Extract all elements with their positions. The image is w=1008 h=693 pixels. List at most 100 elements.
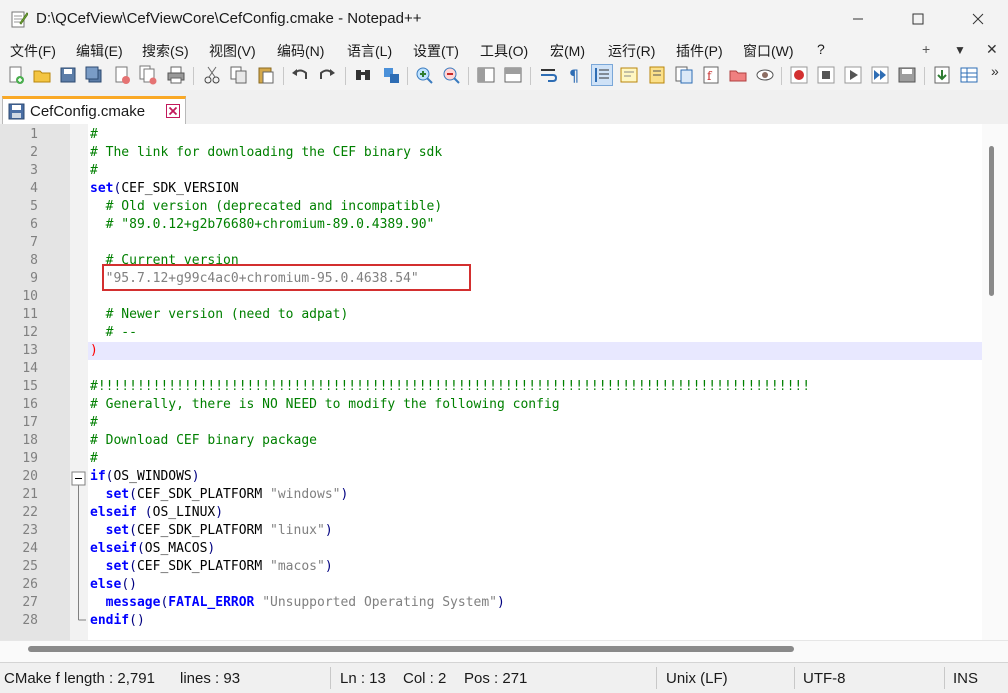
editor-area[interactable]: 1 #2 # The link for downloading the CEF bi… bbox=[0, 124, 1008, 640]
menu-macro[interactable]: 宏(M) bbox=[550, 41, 585, 61]
code-token: set bbox=[90, 181, 114, 196]
code-token: # bbox=[90, 127, 98, 142]
macro-save-icon[interactable] bbox=[897, 65, 917, 85]
folder-workspace-icon[interactable] bbox=[728, 65, 748, 85]
code-line[interactable]: 16 # Generally, there is NO NEED to modif… bbox=[0, 396, 982, 414]
menu-view[interactable]: 视图(V) bbox=[209, 41, 256, 61]
tab-close-icon[interactable] bbox=[166, 104, 180, 118]
svg-text:¶: ¶ bbox=[569, 66, 579, 85]
redo-icon[interactable] bbox=[317, 65, 337, 85]
line-number: 26 bbox=[22, 577, 38, 592]
menu-dropdown[interactable]: ▼ bbox=[954, 43, 966, 57]
horizontal-scrollbar-thumb[interactable] bbox=[28, 646, 794, 652]
code-token: # bbox=[90, 451, 98, 466]
minimize-button[interactable] bbox=[828, 0, 888, 38]
menu-plus[interactable]: + bbox=[922, 41, 930, 57]
toolbar-overflow[interactable]: » bbox=[991, 63, 999, 79]
code-line[interactable]: 3 # bbox=[0, 162, 982, 180]
code-line[interactable]: 26 else() bbox=[0, 576, 982, 594]
code-line[interactable]: 1 # bbox=[0, 126, 982, 144]
code-line[interactable]: 24 elseif(OS_MACOS) bbox=[0, 540, 982, 558]
code-line[interactable]: 21 set(CEF_SDK_PLATFORM "windows") bbox=[0, 486, 982, 504]
code-line[interactable]: 20 if(OS_WINDOWS) bbox=[0, 468, 982, 486]
macro-record-icon[interactable] bbox=[789, 65, 809, 85]
panel-grid-icon[interactable] bbox=[959, 65, 979, 85]
code-line[interactable]: 28 endif() bbox=[0, 612, 982, 630]
code-line[interactable]: 7 bbox=[0, 234, 982, 252]
code-line[interactable]: 5 # Old version (deprecated and incompat… bbox=[0, 198, 982, 216]
code-line[interactable]: 11 # Newer version (need to adpat) bbox=[0, 306, 982, 324]
doc-list-icon[interactable] bbox=[674, 65, 694, 85]
code-token: ) bbox=[207, 541, 216, 556]
zoom-out-icon[interactable] bbox=[441, 65, 461, 85]
zoom-in-icon[interactable] bbox=[414, 65, 434, 85]
save-disk-icon bbox=[8, 103, 25, 120]
undo-icon[interactable] bbox=[290, 65, 310, 85]
menu-help[interactable]: ? bbox=[817, 41, 825, 57]
code-line[interactable]: 18 # Download CEF binary package bbox=[0, 432, 982, 450]
code-line[interactable]: 2 # The link for downloading the CEF bina… bbox=[0, 144, 982, 162]
macro-play-icon[interactable] bbox=[843, 65, 863, 85]
function-list-icon[interactable]: f bbox=[701, 65, 721, 85]
menu-window[interactable]: 窗口(W) bbox=[743, 41, 794, 61]
code-line[interactable]: 23 set(CEF_SDK_PLATFORM "linux") bbox=[0, 522, 982, 540]
menu-settings[interactable]: 设置(T) bbox=[413, 41, 459, 61]
menu-file[interactable]: 文件(F) bbox=[10, 41, 56, 61]
maximize-button[interactable] bbox=[888, 0, 948, 38]
monitoring-icon[interactable] bbox=[755, 65, 775, 85]
menu-plugins[interactable]: 插件(P) bbox=[676, 41, 723, 61]
paste-icon[interactable] bbox=[256, 65, 276, 85]
spell-check-icon[interactable] bbox=[932, 65, 952, 85]
toolbar-separator bbox=[781, 67, 782, 85]
code-token: # The link for downloading the CEF binar… bbox=[90, 145, 443, 160]
tab-cefconfig[interactable]: CefConfig.cmake bbox=[2, 96, 186, 124]
word-wrap-icon[interactable] bbox=[538, 65, 558, 85]
save-icon[interactable] bbox=[58, 65, 78, 85]
menu-close-doc[interactable]: ✕ bbox=[986, 41, 998, 58]
status-position: Pos : 271 bbox=[464, 670, 528, 687]
vertical-scrollbar-thumb[interactable] bbox=[989, 146, 994, 296]
code-line[interactable]: 19 # bbox=[0, 450, 982, 468]
cut-icon[interactable] bbox=[202, 65, 222, 85]
macro-stop-icon[interactable] bbox=[816, 65, 836, 85]
doc-map-icon[interactable] bbox=[647, 65, 667, 85]
vertical-scrollbar[interactable] bbox=[982, 124, 1008, 640]
code-line[interactable]: 25 set(CEF_SDK_PLATFORM "macos") bbox=[0, 558, 982, 576]
code-line[interactable]: 17 # bbox=[0, 414, 982, 432]
menu-run[interactable]: 运行(R) bbox=[608, 41, 655, 61]
indent-guide-icon[interactable] bbox=[591, 64, 613, 86]
code-line[interactable]: 13) bbox=[22, 342, 982, 360]
replace-icon[interactable] bbox=[381, 65, 401, 85]
sync-vertical-icon[interactable] bbox=[476, 65, 496, 85]
code-line[interactable]: 14 bbox=[0, 360, 982, 378]
print-icon[interactable] bbox=[166, 65, 186, 85]
close-button[interactable] bbox=[948, 0, 1008, 38]
tab-bar: CefConfig.cmake bbox=[0, 90, 1008, 125]
open-file-icon[interactable] bbox=[32, 65, 52, 85]
menu-tools[interactable]: 工具(O) bbox=[480, 41, 528, 61]
code-line[interactable]: 12 # -- bbox=[0, 324, 982, 342]
menu-edit[interactable]: 编辑(E) bbox=[76, 41, 123, 61]
udl-icon[interactable] bbox=[619, 65, 639, 85]
code-line[interactable]: 6 # "89.0.12+g2b76680+chromium-89.0.4389… bbox=[0, 216, 982, 234]
close-file-icon[interactable] bbox=[112, 65, 132, 85]
code-line[interactable]: 15 #!!!!!!!!!!!!!!!!!!!!!!!!!!!!!!!!!!!!!… bbox=[0, 378, 982, 396]
find-icon[interactable] bbox=[353, 65, 373, 85]
menu-search[interactable]: 搜索(S) bbox=[142, 41, 189, 61]
line-number: 19 bbox=[22, 451, 38, 466]
new-file-icon[interactable] bbox=[6, 65, 26, 85]
macro-run-multiple-icon[interactable] bbox=[870, 65, 890, 85]
code-line[interactable]: 27 message(FATAL_ERROR "Unsupported Oper… bbox=[0, 594, 982, 612]
code-line[interactable]: 22 elseif (OS_LINUX) bbox=[0, 504, 982, 522]
line-number: 25 bbox=[22, 559, 38, 574]
show-all-chars-icon[interactable]: ¶ bbox=[565, 65, 585, 85]
close-all-icon[interactable] bbox=[138, 65, 158, 85]
copy-icon[interactable] bbox=[229, 65, 249, 85]
code-line[interactable]: 4 set(CEF_SDK_VERSION bbox=[0, 180, 982, 198]
menu-encoding[interactable]: 编码(N) bbox=[277, 41, 324, 61]
menu-language[interactable]: 语言(L) bbox=[347, 41, 392, 61]
save-all-icon[interactable] bbox=[84, 65, 104, 85]
sync-horizontal-icon[interactable] bbox=[503, 65, 523, 85]
